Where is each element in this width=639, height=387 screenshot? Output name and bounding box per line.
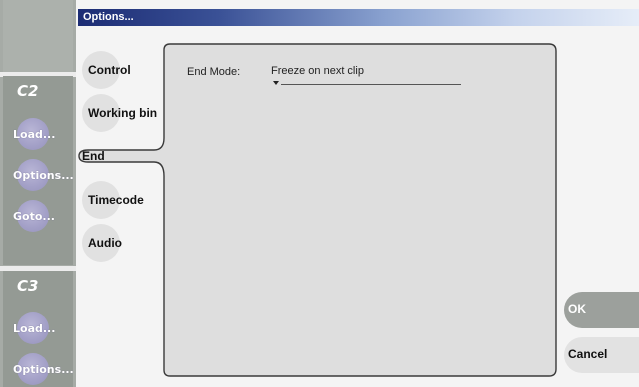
end-mode-label: End Mode: bbox=[187, 66, 241, 78]
ok-button[interactable]: OK bbox=[564, 292, 639, 328]
end-mode-dropdown[interactable]: Freeze on next clip bbox=[271, 64, 461, 88]
tab-end[interactable]: End bbox=[76, 137, 105, 175]
tab-timecode[interactable]: Timecode bbox=[82, 181, 144, 219]
tab-control[interactable]: Control bbox=[82, 51, 131, 89]
dropdown-arrow-icon bbox=[273, 81, 279, 85]
dropdown-underline bbox=[281, 84, 461, 85]
end-mode-value: Freeze on next clip bbox=[271, 65, 364, 77]
tab-working-bin[interactable]: Working bin bbox=[82, 94, 157, 132]
tab-audio[interactable]: Audio bbox=[82, 224, 122, 262]
cancel-button[interactable]: Cancel bbox=[564, 337, 639, 373]
